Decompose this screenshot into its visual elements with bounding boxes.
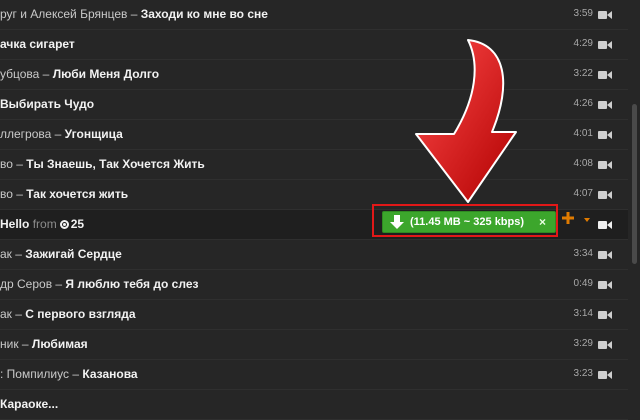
track-song: Hello bbox=[0, 217, 30, 231]
track-duration: 3:59 bbox=[573, 8, 593, 19]
track-title: : Помпилиус – Казанова bbox=[0, 367, 138, 381]
track-row[interactable]: : Помпилиус – Казанова 3:23 bbox=[0, 360, 628, 390]
track-artist: др Серов – bbox=[0, 277, 66, 291]
track-row[interactable]: ллегрова – Угонщица 4:01 bbox=[0, 120, 628, 150]
track-song: Казанова bbox=[82, 367, 138, 381]
from-label: from bbox=[32, 217, 57, 231]
track-song: Выбирать Чудо bbox=[0, 97, 95, 111]
track-song: Караоке... bbox=[0, 397, 59, 411]
track-song: Заходи ко мне во сне bbox=[140, 7, 268, 21]
track-row[interactable]: убцова – Люби Меня Долго 3:22 bbox=[0, 60, 628, 90]
track-artist: во – bbox=[0, 187, 27, 201]
track-row[interactable]: ник – Любимая 3:29 bbox=[0, 330, 628, 360]
video-icon[interactable] bbox=[598, 70, 612, 80]
track-title: др Серов – Я люблю тебя до слез bbox=[0, 277, 198, 291]
annotation-arrow-icon bbox=[415, 39, 517, 203]
download-arrow-icon bbox=[390, 215, 404, 229]
track-duration: 3:14 bbox=[573, 308, 593, 319]
scrollbar-thumb[interactable] bbox=[632, 104, 637, 264]
video-icon[interactable] bbox=[598, 310, 612, 320]
video-icon[interactable] bbox=[598, 370, 612, 380]
source-count[interactable]: 25 bbox=[71, 217, 84, 231]
track-song: Любимая bbox=[31, 337, 88, 351]
video-icon[interactable] bbox=[598, 100, 612, 110]
track-title: убцова – Люби Меня Долго bbox=[0, 67, 159, 81]
video-icon[interactable] bbox=[598, 190, 612, 200]
video-icon[interactable] bbox=[598, 10, 612, 20]
track-artist: руг и Алексей Брянцев – bbox=[0, 7, 141, 21]
video-icon[interactable] bbox=[598, 220, 612, 230]
track-duration: 4:29 bbox=[573, 38, 593, 49]
ok-icon bbox=[59, 220, 69, 229]
scrollbar[interactable] bbox=[629, 0, 640, 400]
track-title: во – Так хочется жить bbox=[0, 187, 128, 201]
track-artist: ак – bbox=[0, 307, 26, 321]
track-duration: 4:08 bbox=[573, 158, 593, 169]
track-song: ачка сигарет bbox=[0, 37, 75, 51]
track-artist: : Помпилиус – bbox=[0, 367, 83, 381]
track-artist: ллегрова – bbox=[0, 127, 65, 141]
track-song: Ты Знаешь, Так Хочется Жить bbox=[26, 157, 205, 171]
video-icon[interactable] bbox=[598, 340, 612, 350]
track-artist: ник – bbox=[0, 337, 32, 351]
track-song: С первого взгляда bbox=[25, 307, 136, 321]
track-duration: 3:22 bbox=[573, 68, 593, 79]
track-duration: 0:49 bbox=[573, 278, 593, 289]
video-icon[interactable] bbox=[598, 280, 612, 290]
track-duration: 3:29 bbox=[573, 338, 593, 349]
download-info-label: (11.45 MB ~ 325 kbps) bbox=[410, 216, 525, 228]
video-icon[interactable] bbox=[598, 40, 612, 50]
track-song: Так хочется жить bbox=[26, 187, 129, 201]
track-row[interactable]: др Серов – Я люблю тебя до слез 0:49 bbox=[0, 270, 628, 300]
track-artist: убцова – bbox=[0, 67, 53, 81]
track-song: Угонщица bbox=[64, 127, 123, 141]
track-title: Hello from 25 bbox=[0, 217, 84, 231]
track-title: ак – С первого взгляда bbox=[0, 307, 136, 321]
caret-down-icon[interactable] bbox=[584, 218, 590, 222]
track-row[interactable]: Выбирать Чудо 4:26 bbox=[0, 90, 628, 120]
track-duration: 4:26 bbox=[573, 98, 593, 109]
track-title: ллегрова – Угонщица bbox=[0, 127, 123, 141]
track-row[interactable]: ак – Зажигай Сердце 3:34 bbox=[0, 240, 628, 270]
video-icon[interactable] bbox=[598, 250, 612, 260]
track-title: ник – Любимая bbox=[0, 337, 88, 351]
track-duration: 3:34 bbox=[573, 248, 593, 259]
track-duration: 4:07 bbox=[573, 188, 593, 199]
track-title: Караоке... bbox=[0, 397, 58, 411]
track-row[interactable]: руг и Алексей Брянцев – Заходи ко мне во… bbox=[0, 0, 628, 30]
plus-icon[interactable] bbox=[562, 212, 574, 224]
download-button[interactable]: (11.45 MB ~ 325 kbps) × bbox=[382, 211, 556, 233]
track-song: Я люблю тебя до слез bbox=[65, 277, 199, 291]
track-title: руг и Алексей Брянцев – Заходи ко мне во… bbox=[0, 7, 268, 21]
track-row[interactable]: ачка сигарет 4:29 bbox=[0, 30, 628, 60]
video-icon[interactable] bbox=[598, 160, 612, 170]
track-row[interactable]: Караоке... bbox=[0, 390, 628, 420]
track-duration: 3:23 bbox=[573, 368, 593, 379]
track-artist: во – bbox=[0, 157, 27, 171]
track-title: во – Ты Знаешь, Так Хочется Жить bbox=[0, 157, 205, 171]
track-song: Зажигай Сердце bbox=[25, 247, 122, 261]
track-title: Выбирать Чудо bbox=[0, 97, 94, 111]
track-artist: ак – bbox=[0, 247, 26, 261]
track-row[interactable]: ак – С первого взгляда 3:14 bbox=[0, 300, 628, 330]
close-icon[interactable]: × bbox=[539, 215, 546, 229]
track-row[interactable]: во – Ты Знаешь, Так Хочется Жить 4:08 bbox=[0, 150, 628, 180]
video-icon[interactable] bbox=[598, 130, 612, 140]
track-song: Люби Меня Долго bbox=[52, 67, 160, 81]
track-duration: 4:01 bbox=[573, 128, 593, 139]
track-title: ачка сигарет bbox=[0, 37, 75, 51]
track-title: ак – Зажигай Сердце bbox=[0, 247, 122, 261]
